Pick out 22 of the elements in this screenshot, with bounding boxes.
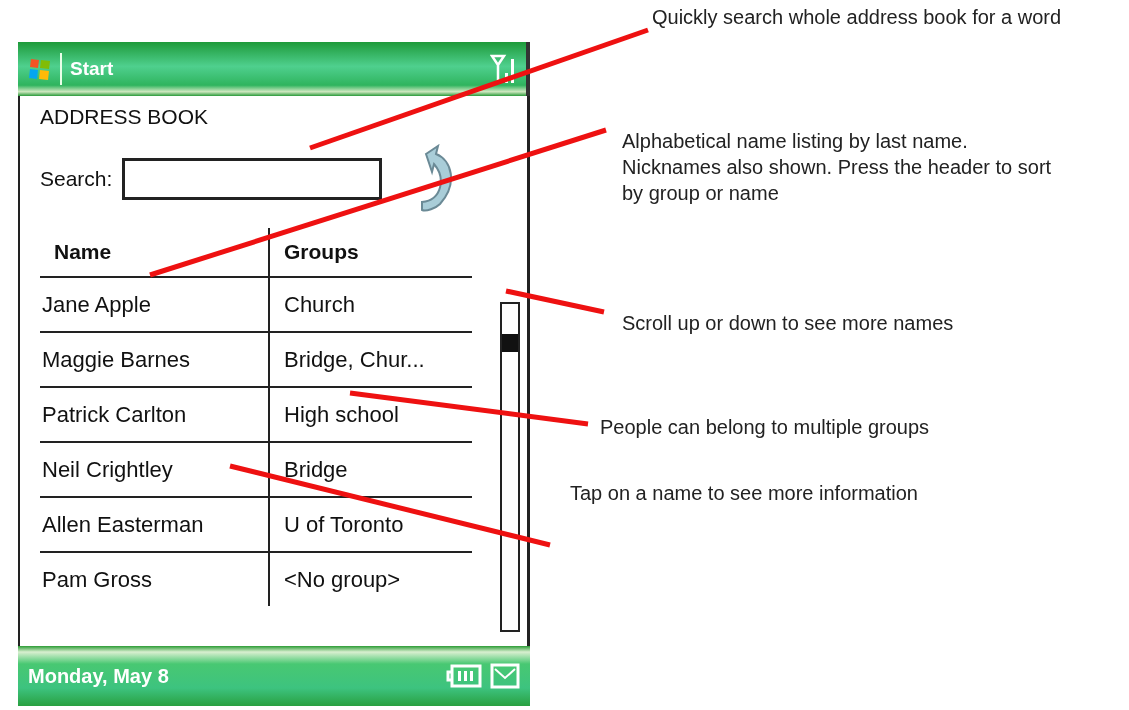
groups-cell[interactable]: Bridge [270,442,472,496]
column-header[interactable]: Groups [270,228,472,276]
name-cell[interactable]: Allen Easterman [40,497,270,551]
annotation-text: Tap on a name to see more information [570,481,919,506]
name-cell[interactable]: Neil Crightley [40,442,270,496]
name-cell[interactable]: Pam Gross [40,552,270,606]
annotation-text: Scroll up or down to see more names [622,311,955,336]
app-title: ADDRESS BOOK [40,104,210,130]
annotation-text: Alphabetical name listing by last name. Nicknames also shown. Press the header to sort by group or name [622,129,1052,206]
groups-cell[interactable]: U of Toronto [270,497,472,551]
groups-cell[interactable]: High school [270,387,472,441]
name-cell[interactable]: Jane Apple [40,277,270,331]
annotation-text: Quickly search whole address book for a word [652,5,1063,30]
name-cell[interactable]: Maggie Barnes [40,332,270,386]
groups-cell[interactable]: <No group> [270,552,472,606]
date-label: Monday, May 8 [28,664,169,689]
groups-cell[interactable]: Bridge, Chur... [270,332,472,386]
groups-cell[interactable]: Church [270,277,472,331]
search-label: Search: [40,166,113,193]
annotation-text: People can belong to multiple groups [600,415,931,440]
name-cell[interactable]: Patrick Carlton [40,387,270,441]
column-header[interactable]: Name [40,228,270,276]
